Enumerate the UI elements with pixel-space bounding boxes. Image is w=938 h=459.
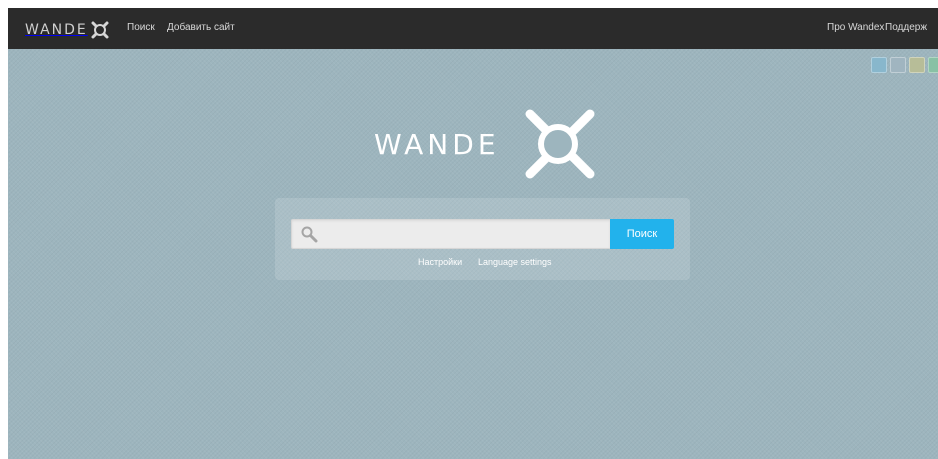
search-input[interactable] (292, 220, 592, 248)
wandex-x-logo-icon (91, 21, 109, 39)
wandex-x-logo-icon (525, 109, 595, 179)
nav-search-link[interactable]: Поиск (127, 22, 155, 33)
settings-link[interactable]: Настройки (418, 257, 462, 267)
theme-color-selector (871, 57, 938, 73)
theme-swatch-olive[interactable] (909, 57, 925, 73)
search-button[interactable]: Поиск (610, 219, 674, 249)
search-box (291, 219, 610, 249)
hero-logo: WANDE (374, 104, 604, 184)
theme-swatch-gray[interactable] (890, 57, 906, 73)
search-panel: Поиск Настройки Language settings (275, 198, 690, 280)
nav-about-link[interactable]: Про Wandex (827, 22, 884, 33)
page-background: WANDE Поиск Добавить сайт Про Wandex Под… (8, 8, 938, 459)
nav-add-site-link[interactable]: Добавить сайт (167, 22, 235, 33)
language-settings-link[interactable]: Language settings (478, 257, 552, 267)
brand-logo[interactable]: WANDE (25, 19, 111, 41)
theme-swatch-blue[interactable] (871, 57, 887, 73)
theme-swatch-green[interactable] (928, 57, 938, 73)
nav-support-link[interactable]: Поддерж (885, 22, 927, 33)
hero-logo-text: WANDE (374, 128, 500, 161)
top-navigation-bar: WANDE Поиск Добавить сайт Про Wandex Под… (8, 8, 938, 49)
brand-text: WANDE (25, 22, 88, 38)
